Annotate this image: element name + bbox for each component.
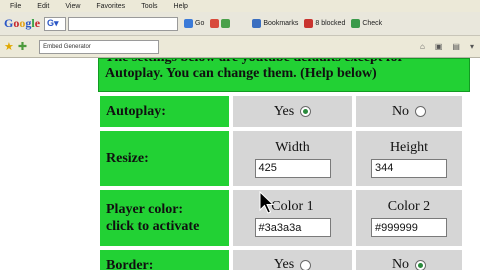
extra-tools[interactable] (210, 19, 231, 28)
color1-input[interactable]: #3a3a3a (254, 218, 331, 237)
resize-label-cell: Resize: (100, 131, 229, 186)
bookmarks-button[interactable]: Bookmarks (252, 19, 298, 28)
spell-check-button[interactable]: Check (351, 19, 382, 28)
border-yes-radio[interactable] (300, 259, 312, 270)
check-label: Check (362, 20, 383, 27)
menu-view[interactable]: View (65, 3, 80, 10)
feeds-icon[interactable]: ▣ (435, 42, 443, 51)
autoplay-no-cell: No (356, 96, 462, 127)
autoplay-yes-radio[interactable] (300, 106, 312, 117)
autoplay-label-cell: Autoplay: (100, 96, 229, 127)
resize-label: Resize: (106, 151, 149, 166)
banner-line-2: Autoplay. You can change them. (Help bel… (105, 66, 377, 81)
home-icon[interactable]: ⌂ (420, 42, 425, 51)
width-cell: Width 425 (233, 131, 352, 186)
autoplay-yes-label: Yes (273, 103, 295, 119)
border-label: Border: (106, 257, 154, 270)
autoplay-label: Autoplay: (106, 104, 166, 119)
color2-input[interactable]: #999999 (371, 218, 447, 237)
command-bar: ⌂ ▣ ▤ ▾ (420, 42, 474, 51)
color1-cell: Color 1 #3a3a3a (233, 190, 352, 246)
width-input[interactable]: 425 (254, 158, 331, 178)
height-label: Height (389, 139, 429, 155)
banner-line-1: The settings below are youtube defaults … (105, 59, 469, 66)
add-favorite-icon[interactable]: ✚ (18, 40, 27, 53)
browser-tab[interactable]: Embed Generator (39, 39, 160, 54)
menu-bar: File Edit View Favorites Tools Help (0, 0, 480, 12)
height-input[interactable]: 344 (371, 158, 447, 178)
menu-help[interactable]: Help (174, 3, 188, 10)
border-no-radio[interactable] (415, 259, 427, 270)
settings-banner: The settings below are youtube defaults … (98, 58, 470, 92)
color2-label: Color 2 (387, 199, 431, 214)
player-color-label-cell: Player color: click to activate (100, 190, 229, 246)
favorites-star-icon[interactable]: ★ (4, 40, 14, 53)
menu-favorites[interactable]: Favorites (96, 3, 125, 10)
popup-blocked-icon (304, 19, 314, 28)
border-yes-cell: Yes (233, 250, 352, 270)
go-arrow-icon (184, 19, 194, 28)
menu-tools[interactable]: Tools (141, 3, 157, 10)
border-no-cell: No (356, 250, 462, 270)
menu-edit[interactable]: Edit (37, 3, 49, 10)
color1-label: Color 1 (271, 199, 314, 214)
gmail-icon (210, 19, 220, 28)
autoplay-yes-cell: Yes (233, 96, 352, 127)
tab-title: Embed Generator (43, 43, 91, 50)
google-logo: Google (4, 16, 41, 30)
google-g-icon[interactable]: G▾ (44, 16, 67, 31)
page-content: The settings below are youtube defaults … (0, 58, 480, 270)
menu-file[interactable]: File (10, 3, 21, 10)
border-yes-label: Yes (273, 257, 295, 270)
mouse-cursor-icon (259, 191, 275, 214)
go-label: Go (195, 20, 205, 27)
player-color-label: Player color: (106, 202, 184, 217)
height-cell: Height 344 (356, 131, 462, 186)
player-color-hint: click to activate (106, 219, 200, 234)
bookmark-star-icon (252, 19, 262, 28)
google-toolbar: Google G▾ Go Bookmarks 8 blocked Check (0, 12, 480, 36)
spell-check-icon (351, 19, 361, 28)
border-no-label: No (391, 257, 410, 270)
page-menu-icon[interactable]: ▾ (470, 42, 474, 51)
blocked-label: 8 blocked (315, 20, 346, 27)
border-label-cell: Border: (100, 250, 229, 270)
tab-bar: ★ ✚ Embed Generator ⌂ ▣ ▤ ▾ (0, 36, 480, 58)
color2-cell: Color 2 #999999 (356, 190, 462, 246)
bookmarks-label: Bookmarks (263, 20, 299, 27)
toolbar-search-input[interactable] (68, 16, 179, 31)
popup-blocker-button[interactable]: 8 blocked (304, 19, 345, 28)
plus-icon (221, 19, 231, 28)
width-label: Width (275, 139, 310, 155)
autoplay-no-radio[interactable] (415, 106, 427, 117)
print-icon[interactable]: ▤ (452, 42, 460, 51)
go-button[interactable]: Go (184, 19, 204, 28)
autoplay-no-label: No (391, 103, 410, 119)
